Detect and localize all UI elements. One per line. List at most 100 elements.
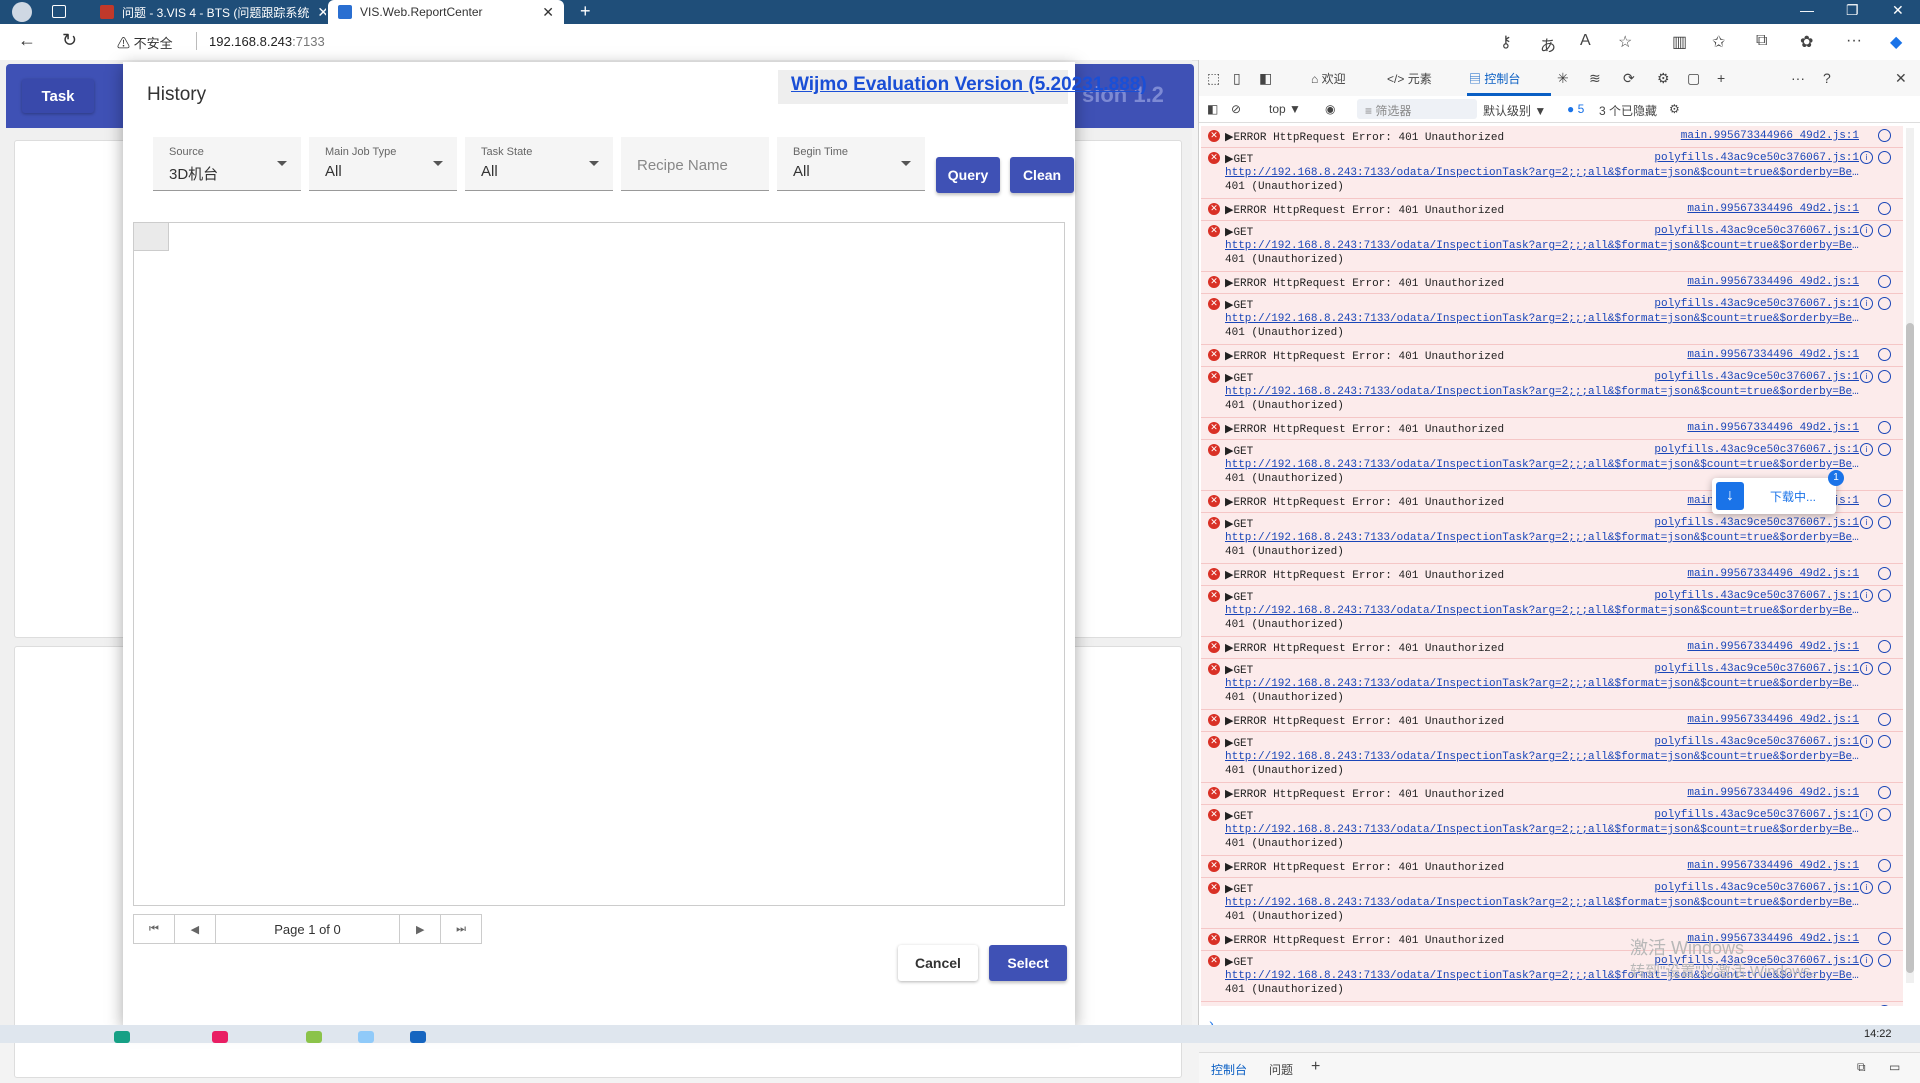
console-scrollbar[interactable] [1906,128,1914,983]
link-icon[interactable] [1878,494,1891,507]
log-source-link[interactable]: polyfills.43ac9ce50c376067.js:1 [1654,590,1859,602]
log-source-link[interactable]: polyfills.43ac9ce50c376067.js:1 [1654,882,1859,894]
info-icon[interactable]: i [1860,881,1873,894]
drawer-close-icon[interactable]: ▭ [1889,1060,1900,1074]
context-selector[interactable]: top ▼ [1269,102,1301,116]
link-icon[interactable] [1878,640,1891,653]
main-job-type-select[interactable]: Main Job Type All [309,137,457,191]
close-window-icon[interactable]: ✕ [1892,2,1904,19]
device-emulation-icon[interactable]: ▯ [1233,70,1241,87]
log-message[interactable]: ▶ERROR HttpRequest Error: 401 Unauthoriz… [1225,787,1504,801]
next-page-icon[interactable]: ▶ [400,915,442,943]
query-button[interactable]: Query [936,157,1000,193]
link-icon[interactable] [1878,567,1891,580]
devtools-tab-welcome[interactable]: ⌂ 欢迎 [1311,70,1346,87]
log-message[interactable]: ▶ERROR HttpRequest Error: 401 Unauthoriz… [1225,276,1504,290]
select-button[interactable]: Select [989,945,1067,981]
more-menu-icon[interactable]: ··· [1846,32,1862,50]
log-message[interactable]: ▶ERROR HttpRequest Error: 401 Unauthoriz… [1225,422,1504,436]
request-url-link[interactable]: http://192.168.8.243:7133/odata/Inspecti… [1225,678,1865,690]
log-message[interactable]: ▶GET [1225,736,1253,750]
link-icon[interactable] [1878,1005,1891,1006]
help-icon[interactable]: ? [1823,70,1831,86]
log-source-link[interactable]: polyfills.43ac9ce50c376067.js:1 [1654,152,1859,164]
task-state-select[interactable]: Task State All [465,137,613,191]
console-request-row[interactable]: ✕ ▶GET polyfills.43ac9ce50c376067.js:1 i htt… [1201,878,1903,929]
minimize-icon[interactable]: — [1800,2,1814,18]
console-request-row[interactable]: ✕ ▶GET polyfills.43ac9ce50c376067.js:1 i htt… [1201,367,1903,418]
devtools-tab-console[interactable]: ▤ 控制台 [1469,70,1520,87]
log-message[interactable]: ▶ERROR HttpRequest Error: 401 Unauthoriz… [1225,933,1504,947]
log-message[interactable]: ▶ERROR HttpRequest Error: 401 Unauthoriz… [1225,714,1504,728]
favorites-icon[interactable]: ✩ [1712,32,1725,52]
log-source-link[interactable]: polyfills.43ac9ce50c376067.js:1 [1654,298,1859,310]
taskbar-app-icon[interactable] [212,1031,228,1043]
taskbar-app-icon[interactable] [410,1031,426,1043]
sidebar-toggle-icon[interactable]: ◧ [1207,102,1218,116]
translate-icon[interactable]: あ [1540,32,1556,56]
download-progress-popup[interactable]: ↓ 下载中... 1 [1712,470,1844,514]
log-source-link[interactable]: polyfills.43ac9ce50c376067.js:1 [1654,517,1859,529]
info-icon[interactable]: i [1860,151,1873,164]
link-icon[interactable] [1878,151,1891,164]
info-icon[interactable]: i [1860,662,1873,675]
log-message[interactable]: ▶GET [1225,517,1253,531]
maximize-icon[interactable]: ❐ [1846,2,1859,19]
log-message[interactable]: ▶GET [1225,809,1253,823]
console-error-row[interactable]: ✕ ▶ERROR HttpRequest Error: 401 Unauthori… [1201,345,1903,367]
more-tools-icon[interactable]: ··· [1791,70,1805,86]
link-icon[interactable] [1878,932,1891,945]
drawer-tab-issues[interactable]: 问题 [1269,1061,1293,1078]
log-source-link[interactable]: polyfills.43ac9ce50c376067.js:1 [1654,444,1859,456]
issues-count[interactable]: ● 5 [1567,102,1584,116]
favorite-icon[interactable]: ☆ [1618,32,1632,52]
prev-page-icon[interactable]: ◀ [175,915,216,943]
clear-console-icon[interactable]: ⊘ [1231,102,1241,116]
console-error-row[interactable]: ✕ ▶ERROR HttpRequest Error: 401 Unauthori… [1201,929,1903,951]
network-icon[interactable]: ≋ [1589,70,1601,87]
link-icon[interactable] [1878,224,1891,237]
log-message[interactable]: ▶GET [1225,298,1253,312]
close-tab-icon[interactable]: ✕ [542,4,554,21]
log-message[interactable]: ▶GET [1225,663,1253,677]
log-message[interactable]: ▶ERROR HttpRequest Error: 401 Unauthoriz… [1225,641,1504,655]
application-icon[interactable]: ▢ [1687,70,1700,87]
key-icon[interactable]: ⚷ [1500,32,1512,52]
link-icon[interactable] [1878,662,1891,675]
profile-avatar[interactable] [12,2,32,22]
info-icon[interactable]: i [1860,954,1873,967]
link-icon[interactable] [1878,129,1891,142]
log-message[interactable]: ▶ERROR HttpRequest Error: 401 Unauthoriz… [1225,130,1504,144]
link-icon[interactable] [1878,516,1891,529]
link-icon[interactable] [1878,808,1891,821]
log-message[interactable]: ▶GET [1225,444,1253,458]
scrollbar-thumb[interactable] [1906,323,1914,973]
add-panel-icon[interactable]: + [1717,70,1725,86]
inspect-icon[interactable]: ⬚ [1207,70,1220,87]
console-request-row[interactable]: ✕ ▶GET polyfills.43ac9ce50c376067.js:1 i htt… [1201,294,1903,345]
info-icon[interactable]: i [1860,735,1873,748]
url-field[interactable]: 192.168.8.243:7133 [209,34,325,49]
request-url-link[interactable]: http://192.168.8.243:7133/odata/Inspecti… [1225,240,1865,252]
request-url-link[interactable]: http://192.168.8.243:7133/odata/Inspecti… [1225,897,1865,909]
taskbar-app-icon[interactable] [114,1031,130,1043]
refresh-icon[interactable]: ↻ [62,30,77,51]
last-page-icon[interactable]: ⏭ [441,915,481,943]
log-level-select[interactable]: 默认级别 ▼ [1483,102,1546,119]
console-filter-input[interactable]: ≡ 筛选器 [1357,99,1477,119]
link-icon[interactable] [1878,297,1891,310]
link-icon[interactable] [1878,713,1891,726]
log-source-link[interactable]: main.99567334496 49d2.js:1 [1687,349,1859,361]
taskbar-app-icon[interactable] [306,1031,322,1043]
link-icon[interactable] [1878,859,1891,872]
log-message[interactable]: ▶GET [1225,955,1253,969]
request-url-link[interactable]: http://192.168.8.243:7133/odata/Inspecti… [1225,313,1865,325]
log-message[interactable]: ▶GET [1225,590,1253,604]
taskbar-app-icon[interactable] [358,1031,374,1043]
console-request-row[interactable]: ✕ ▶GET polyfills.43ac9ce50c376067.js:1 i htt… [1201,732,1903,783]
link-icon[interactable] [1878,202,1891,215]
browser-tab-reportcenter[interactable]: VIS.Web.ReportCenter ✕ [328,0,564,24]
info-icon[interactable]: i [1860,370,1873,383]
info-icon[interactable]: i [1860,589,1873,602]
settings-gear-icon[interactable]: ⚙ [1657,70,1670,87]
